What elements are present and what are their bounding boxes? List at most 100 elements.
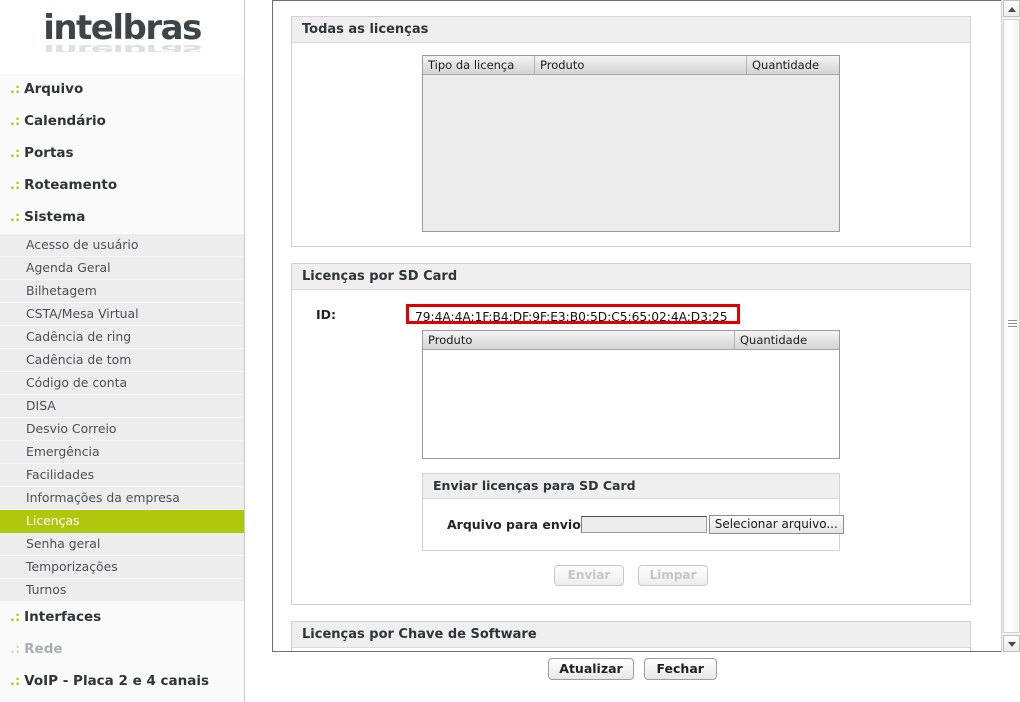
sidebar-item-csta-mesa-virtual[interactable]: CSTA/Mesa Virtual <box>0 303 244 326</box>
panel-body-all-licenses: Tipo da licença Produto Quantidade <box>292 43 970 246</box>
table-all-licenses: Tipo da licença Produto Quantidade <box>422 55 840 232</box>
clear-button[interactable]: Limpar <box>638 565 708 586</box>
sidebar-item-senha-geral[interactable]: Senha geral <box>0 533 244 556</box>
sidebar-item-label: Bilhetagem <box>26 283 97 298</box>
column-header-produto[interactable]: Produto <box>535 56 747 74</box>
upload-file-input[interactable] <box>580 516 707 533</box>
chevron-down-icon <box>1008 642 1016 647</box>
group-marker-icon: .: <box>10 210 21 225</box>
sd-card-id-row: ID: 79:4A:4A:1F:B4:DF:9F:E3:B0:5D:C5:65:… <box>302 304 960 324</box>
panel-body-software-key <box>292 648 970 651</box>
sidebar-group-label: Arquivo <box>24 81 84 97</box>
group-marker-icon: .: <box>10 642 21 657</box>
sidebar-group-label: Calendário <box>24 113 106 129</box>
table-header-row: Produto Quantidade <box>423 331 839 350</box>
sidebar-group-label: VoIP - Placa 2 e 4 canais <box>24 673 210 689</box>
sidebar-item-cadencia-de-ring[interactable]: Cadência de ring <box>0 326 244 349</box>
sidebar-item-facilidades[interactable]: Facilidades <box>0 464 244 487</box>
content-frame: Todas as licenças Tipo da licença Produt… <box>272 0 1012 652</box>
sidebar-group-voip-placa-icip-30-canais[interactable]: .:VoIP - Placa ICIP 30 canais <box>0 698 244 702</box>
sidebar-item-label: Acesso de usuário <box>26 237 139 252</box>
sidebar-group-calendario[interactable]: .: Calendário <box>0 106 244 138</box>
sidebar-item-disa[interactable]: DISA <box>0 395 244 418</box>
subpanel-title-upload: Enviar licenças para SD Card <box>423 474 839 499</box>
panel-body-sd-card: ID: 79:4A:4A:1F:B4:DF:9F:E3:B0:5D:C5:65:… <box>292 290 970 604</box>
logo-text: intelbras <box>43 8 202 48</box>
upload-file-label: Arquivo para envio <box>447 517 581 532</box>
subpanel-upload-licenses: Enviar licenças para SD Card Arquivo par… <box>422 473 844 551</box>
column-header-produto[interactable]: Produto <box>423 331 735 349</box>
sidebar-group-roteamento[interactable]: .: Roteamento <box>0 170 244 202</box>
sidebar-item-cadencia-de-tom[interactable]: Cadência de tom <box>0 349 244 372</box>
scrollbar-down-button[interactable] <box>1003 635 1020 652</box>
column-header-tipo-da-licenca[interactable]: Tipo da licença <box>423 56 535 74</box>
sidebar-item-codigo-de-conta[interactable]: Código de conta <box>0 372 244 395</box>
sidebar-item-label: Desvio Correio <box>26 421 117 436</box>
footer-actions: Atualizar Fechar <box>245 653 1020 680</box>
sidebar-item-desvio-correio[interactable]: Desvio Correio <box>0 418 244 441</box>
sidebar-item-label: Facilidades <box>26 467 95 482</box>
footer-bar: Atualizar Fechar <box>245 653 1020 702</box>
sidebar-nav: .: Arquivo .: Calendário .: Portas .: Roteam… <box>0 74 244 702</box>
sidebar-item-label: DISA <box>26 398 56 413</box>
sidebar-group-label: Rede <box>24 641 63 657</box>
sidebar-group-arquivo[interactable]: .: Arquivo <box>0 74 244 106</box>
sidebar-group-label: Interfaces <box>24 609 102 625</box>
sidebar: intelbras intelbras .:Arquivo .:Calendár… <box>0 0 245 702</box>
group-marker-icon: .: <box>10 114 21 129</box>
sidebar-group-sistema[interactable]: .: Sistema <box>0 202 244 234</box>
panel-title-sd-card: Licenças por SD Card <box>292 264 970 290</box>
sidebar-item-label: Emergência <box>26 444 100 459</box>
panel-software-key-licenses: Licenças por Chave de Software <box>291 621 971 651</box>
table-body-all-licenses[interactable] <box>423 75 839 231</box>
sidebar-group-label: Portas <box>24 145 74 161</box>
scrollbar-thumb[interactable] <box>1003 19 1020 633</box>
scrollbar-up-button[interactable] <box>1003 0 1020 17</box>
browse-file-button[interactable]: Selecionar arquivo... <box>708 515 844 534</box>
sidebar-item-bilhetagem[interactable]: Bilhetagem <box>0 280 244 303</box>
upload-actions: Enviar Limpar <box>302 565 960 586</box>
panel-title-all-licenses: Todas as licenças <box>292 17 970 43</box>
column-header-quantidade[interactable]: Quantidade <box>747 56 839 74</box>
sidebar-item-informacoes-da-empresa[interactable]: Informações da empresa <box>0 487 244 510</box>
sidebar-group-rede[interactable]: .: Rede <box>0 634 244 666</box>
sidebar-group-portas[interactable]: .: Portas <box>0 138 244 170</box>
sidebar-item-agenda-geral[interactable]: Agenda Geral <box>0 257 244 280</box>
panel-sd-card-licenses: Licenças por SD Card ID: 79:4A:4A:1F:B4:… <box>291 263 971 605</box>
vertical-scrollbar[interactable] <box>1001 0 1020 652</box>
sidebar-group-label: Roteamento <box>24 177 118 193</box>
chevron-up-icon <box>1008 7 1016 12</box>
send-button[interactable]: Enviar <box>554 565 624 586</box>
brand-logo: intelbras intelbras <box>0 0 244 74</box>
sd-card-id-value[interactable]: 79:4A:4A:1F:B4:DF:9F:E3:B0:5D:C5:65:02:4… <box>406 304 740 324</box>
sidebar-item-label: Cadência de tom <box>26 352 132 367</box>
app-window: intelbras intelbras .:Arquivo .:Calendár… <box>0 0 1020 702</box>
panel-all-licenses: Todas as licenças Tipo da licença Produt… <box>291 16 971 247</box>
table-body-sd-card[interactable] <box>423 350 839 458</box>
main-area: Todas as licenças Tipo da licença Produt… <box>245 0 1020 702</box>
group-marker-icon: .: <box>10 674 21 689</box>
scrollbar-grip-icon <box>1008 320 1017 327</box>
sidebar-item-emergencia[interactable]: Emergência <box>0 441 244 464</box>
sidebar-group-label: Sistema <box>24 209 86 225</box>
sidebar-group-voip-placa-2-e-4-canais[interactable]: .: VoIP - Placa 2 e 4 canais <box>0 666 244 698</box>
sidebar-item-label: Agenda Geral <box>26 260 111 275</box>
column-header-quantidade[interactable]: Quantidade <box>735 331 839 349</box>
sidebar-item-label: Senha geral <box>26 536 101 551</box>
sd-card-id-label: ID: <box>316 306 337 322</box>
close-button[interactable]: Fechar <box>643 658 717 680</box>
sidebar-item-turnos[interactable]: Turnos <box>0 579 244 602</box>
sidebar-group-interfaces[interactable]: .: Interfaces <box>0 602 244 634</box>
sidebar-item-label: CSTA/Mesa Virtual <box>26 306 139 321</box>
sidebar-item-acesso-de-usuario[interactable]: Acesso de usuário <box>0 234 244 257</box>
sidebar-item-licencas[interactable]: Licenças <box>0 510 244 533</box>
panel-title-software-key: Licenças por Chave de Software <box>292 622 970 648</box>
sidebar-item-label: Temporizações <box>26 559 118 574</box>
sidebar-item-temporizacoes[interactable]: Temporizações <box>0 556 244 579</box>
refresh-button[interactable]: Atualizar <box>548 658 634 680</box>
sidebar-item-label: Código de conta <box>26 375 128 390</box>
group-marker-icon: .: <box>10 178 21 193</box>
group-marker-icon: .: <box>10 610 21 625</box>
sidebar-item-label: Informações da empresa <box>26 490 180 505</box>
sidebar-item-label: Turnos <box>26 582 67 597</box>
